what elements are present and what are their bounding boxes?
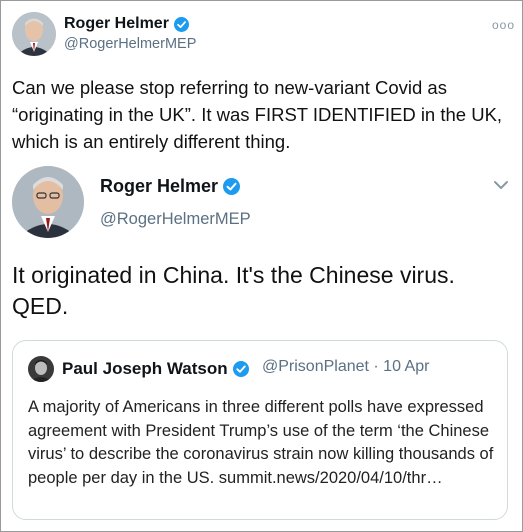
author-handle-date[interactable]: @PrisonPlanet · 10 Apr <box>262 358 429 376</box>
avatar[interactable] <box>12 166 84 238</box>
tweet-text: It originated in China. It's the Chinese… <box>12 262 455 319</box>
author-name[interactable]: Roger Helmer <box>100 176 241 197</box>
avatar[interactable] <box>28 356 54 382</box>
verified-badge-icon <box>223 178 241 195</box>
tweet-text: Can we please stop referring to new-vari… <box>12 77 503 152</box>
chevron-down-icon[interactable] <box>492 178 510 192</box>
more-dots-icon[interactable]: ooo <box>492 18 515 32</box>
verified-badge-icon <box>173 16 189 32</box>
author-handle[interactable]: @RogerHelmerMEP <box>100 210 251 229</box>
author-name[interactable]: Paul Joseph Watson <box>62 359 249 379</box>
verified-badge-icon <box>232 361 249 377</box>
author-handle[interactable]: @RogerHelmerMEP <box>64 36 196 52</box>
author-name[interactable]: Roger Helmer <box>64 15 189 33</box>
avatar[interactable] <box>12 12 56 56</box>
quoted-tweet-text: A majority of Americans in three differe… <box>28 398 494 487</box>
